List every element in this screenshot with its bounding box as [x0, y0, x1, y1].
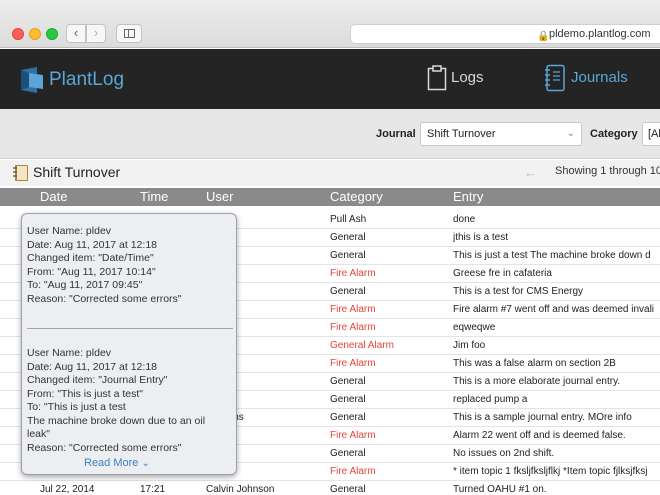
column-header-user[interactable]: User: [206, 189, 233, 205]
cell-entry: eqweqwe: [453, 322, 496, 333]
url-text: pldemo.plantlog.com: [549, 28, 651, 40]
clipboard-icon: [427, 65, 447, 91]
cell-category: General: [330, 394, 366, 405]
cell-entry: This is a more elaborate journal entry.: [453, 376, 621, 387]
cell-entry: Fire alarm #7 went off and was deemed in…: [453, 304, 655, 315]
tooltip-line: Changed item: "Journal Entry": [27, 374, 168, 386]
sidebar-toggle-button[interactable]: [116, 24, 142, 43]
cell-category: Fire Alarm: [330, 268, 376, 279]
shift-journal-icon: [13, 165, 28, 181]
read-more-link[interactable]: Read More ⌄: [84, 457, 150, 469]
category-filter-label: Category: [590, 128, 638, 140]
plantlog-logo-icon[interactable]: [17, 67, 45, 93]
category-select[interactable]: [All: [642, 122, 660, 146]
tooltip-line: Reason: "Corrected some errors": [27, 441, 182, 454]
cell-entry: This is a sample journal entry. MOre inf…: [453, 412, 632, 423]
nav-journals-label: Journals: [571, 69, 628, 86]
tooltip-line: Changed item: "Date/Time": [27, 252, 154, 264]
chevron-down-icon: ⌄: [566, 128, 575, 139]
cell-entry: done: [453, 214, 476, 225]
cell-category: General: [330, 286, 366, 297]
tooltip-line: To: "Aug 11, 2017 09:45": [27, 279, 143, 291]
column-header-date[interactable]: Date: [40, 189, 67, 205]
cell-entry: Jim foo: [453, 340, 486, 351]
cell-category: General: [330, 484, 366, 495]
brand-name[interactable]: PlantLog: [49, 67, 124, 93]
tooltip-line: leak": [27, 428, 50, 440]
change-record-2: User Name: pldev Date: Aug 11, 2017 at 1…: [27, 347, 232, 455]
tooltip-line: The machine broke down due to an oil: [27, 414, 206, 427]
cell-entry: No issues on 2nd shift.: [453, 448, 555, 459]
cell-user: Calvin Johnson: [206, 484, 275, 495]
sidebar-icon: [124, 29, 135, 38]
forward-button[interactable]: ›: [86, 24, 106, 43]
cell-entry: This was a false alarm on section 2B: [453, 358, 616, 369]
cell-category: General: [330, 448, 366, 459]
zoom-window-button[interactable]: [46, 28, 58, 40]
cell-category: Fire Alarm: [330, 358, 376, 369]
cell-entry: replaced pump a: [453, 394, 528, 405]
change-record-1: User Name: pldev Date: Aug 11, 2017 at 1…: [27, 225, 232, 306]
journal-select[interactable]: Shift Turnover ⌄: [420, 122, 582, 146]
cell-category: General: [330, 376, 366, 387]
nav-logs-label: Logs: [451, 69, 484, 86]
journal-icon: [545, 64, 565, 92]
browser-toolbar: ‹ › 🔒 pldemo.plantlog.com: [0, 0, 660, 48]
minimize-window-button[interactable]: [29, 28, 41, 40]
column-header-category[interactable]: Category: [330, 189, 383, 205]
tooltip-line: Date: Aug 11, 2017 at 12:18: [27, 360, 157, 373]
cell-entry: Greese fre in cafateria: [453, 268, 552, 279]
cell-entry: This is a test for CMS Energy: [453, 286, 584, 297]
cell-entry: jthis is a test: [453, 232, 509, 243]
cell-category: General Alarm: [330, 340, 394, 351]
tooltip-line: Reason: "Corrected some errors": [27, 292, 182, 305]
cell-category: General: [330, 232, 366, 243]
cell-category: Fire Alarm: [330, 304, 376, 315]
lock-icon: 🔒: [537, 31, 550, 42]
tooltip-divider: [27, 328, 233, 329]
tooltip-line: User Name: pldev: [27, 225, 112, 237]
cell-entry: * item topic 1 fksljfksljflkj *Item topi…: [453, 466, 648, 477]
cell-category: General: [330, 250, 366, 261]
chevron-down-icon: ⌄: [141, 458, 150, 469]
change-history-tooltip: User Name: pldev Date: Aug 11, 2017 at 1…: [21, 213, 237, 475]
tooltip-line: To: "This is just a test: [27, 401, 126, 413]
cell-category: Fire Alarm: [330, 430, 376, 441]
journal-filter-label: Journal: [376, 128, 416, 140]
read-more-label: Read More: [84, 457, 139, 469]
cell-entry: Turned OAHU #1 on.: [453, 484, 547, 495]
cell-time: 17:21: [140, 484, 166, 495]
page-title: Shift Turnover: [33, 164, 121, 180]
cell-category: Fire Alarm: [330, 322, 376, 333]
tooltip-line: From: "Aug 11, 2017 10:14": [27, 265, 156, 278]
close-window-button[interactable]: [12, 28, 24, 40]
previous-page-arrow-icon[interactable]: ←: [524, 165, 537, 180]
journal-select-value: Shift Turnover: [427, 128, 496, 140]
cell-entry: Alarm 22 went off and is deemed false.: [453, 430, 626, 441]
cell-category: Fire Alarm: [330, 466, 376, 477]
pagination-status: Showing 1 through 10: [555, 165, 660, 177]
back-button[interactable]: ‹: [66, 24, 86, 43]
column-header-time[interactable]: Time: [140, 189, 168, 205]
cell-entry: This is just a test The machine broke do…: [453, 250, 651, 261]
tooltip-line: From: "This is just a test": [27, 387, 143, 400]
table-row[interactable]: Jul 22, 2014 17:21 Calvin Johnson General Tu…: [0, 481, 660, 495]
tooltip-line: User Name: pldev: [27, 347, 112, 359]
column-header-entry[interactable]: Entry: [453, 189, 483, 205]
cell-category: Pull Ash: [330, 214, 367, 225]
tooltip-line: Date: Aug 11, 2017 at 12:18: [27, 238, 157, 251]
cell-category: General: [330, 412, 366, 423]
address-bar[interactable]: 🔒 pldemo.plantlog.com: [350, 24, 660, 44]
cell-date: Jul 22, 2014: [40, 484, 95, 495]
